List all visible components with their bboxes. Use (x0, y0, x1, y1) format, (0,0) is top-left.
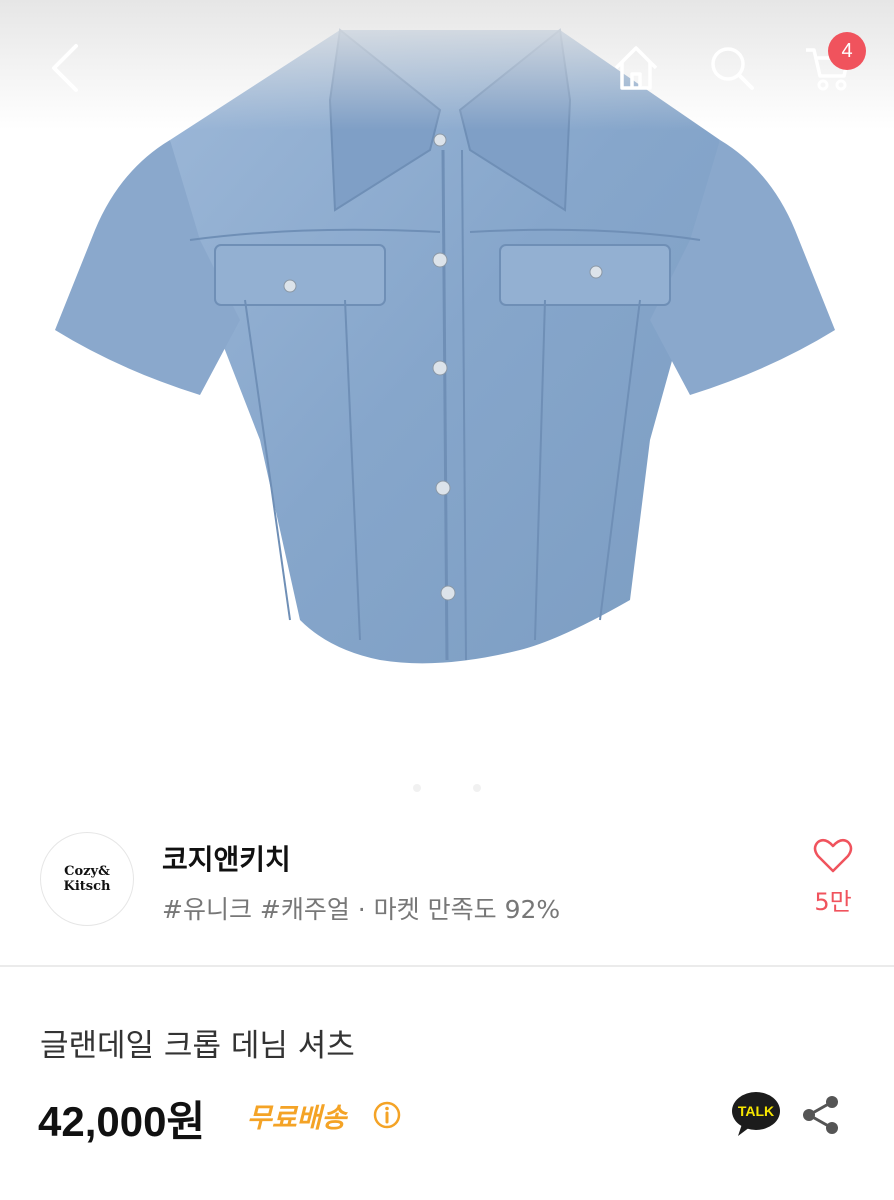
back-icon (52, 44, 78, 92)
product-price: 42,000원 (38, 1098, 206, 1145)
like-button[interactable]: 5만 (800, 838, 866, 917)
shop-name[interactable]: 코지앤키치 (162, 838, 291, 878)
search-button[interactable] (700, 36, 764, 100)
shop-info-row[interactable]: Cozy& Kitsch 코지앤키치 #유니크 #캐주얼 · 마켓 만족도 92… (0, 820, 894, 966)
shop-logo-text-line1: Cozy& (64, 864, 110, 879)
shop-logo[interactable]: Cozy& Kitsch (40, 832, 134, 926)
shop-tags: #유니크 #캐주얼 · 마켓 만족도 92% (162, 895, 561, 924)
back-button[interactable] (34, 36, 98, 100)
share-button[interactable] (800, 1094, 842, 1140)
home-icon (614, 46, 658, 90)
carousel-dot (413, 784, 421, 792)
home-button[interactable] (604, 36, 668, 100)
shipping-info-button[interactable] (372, 1100, 402, 1134)
shipping-label: 무료배송 (247, 1103, 347, 1134)
carousel-indicator (0, 784, 894, 792)
like-count: 5만 (814, 888, 852, 916)
cart-count-badge: 4 (828, 32, 866, 70)
talk-label: TALK (738, 1103, 774, 1119)
share-icon (803, 1096, 838, 1134)
kakao-talk-button[interactable]: TALK (730, 1090, 782, 1142)
product-title: 글랜데일 크롭 데님 셔츠 (40, 1028, 355, 1064)
section-divider (0, 965, 894, 967)
info-icon (373, 1101, 401, 1129)
heart-icon (813, 838, 853, 873)
kakao-talk-icon: TALK (732, 1092, 780, 1136)
shop-logo-text-line2: Kitsch (63, 879, 111, 894)
search-icon (711, 47, 754, 90)
carousel-dot (473, 784, 481, 792)
top-navigation-bar: 4 (0, 0, 894, 130)
